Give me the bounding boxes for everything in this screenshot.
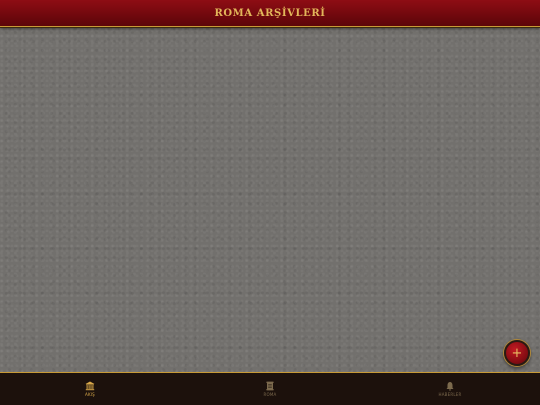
nav-item-feed[interactable]: AKIŞ [0, 373, 180, 405]
nav-label-news: HABERLER [438, 392, 462, 397]
page-title: ROMA ARŞİVLERİ [214, 7, 326, 19]
scroll-icon [266, 381, 274, 391]
nav-item-roma[interactable]: ROMA [180, 373, 360, 405]
bell-icon [446, 382, 454, 391]
temple-icon [85, 381, 95, 391]
nav-item-news[interactable]: HABERLER [360, 373, 540, 405]
app-header: ROMA ARŞİVLERİ [0, 0, 540, 27]
plus-icon: + [511, 345, 523, 361]
add-button[interactable]: + [504, 340, 530, 366]
content-area[interactable] [0, 27, 540, 372]
nav-label-roma: ROMA [263, 392, 277, 397]
bottom-navigation: AKIŞ ROMA HABERLER [0, 372, 540, 405]
app-root: ROMA ARŞİVLERİ + AKIŞ ROMA HABERLER [0, 0, 540, 405]
nav-label-feed: AKIŞ [85, 392, 95, 397]
